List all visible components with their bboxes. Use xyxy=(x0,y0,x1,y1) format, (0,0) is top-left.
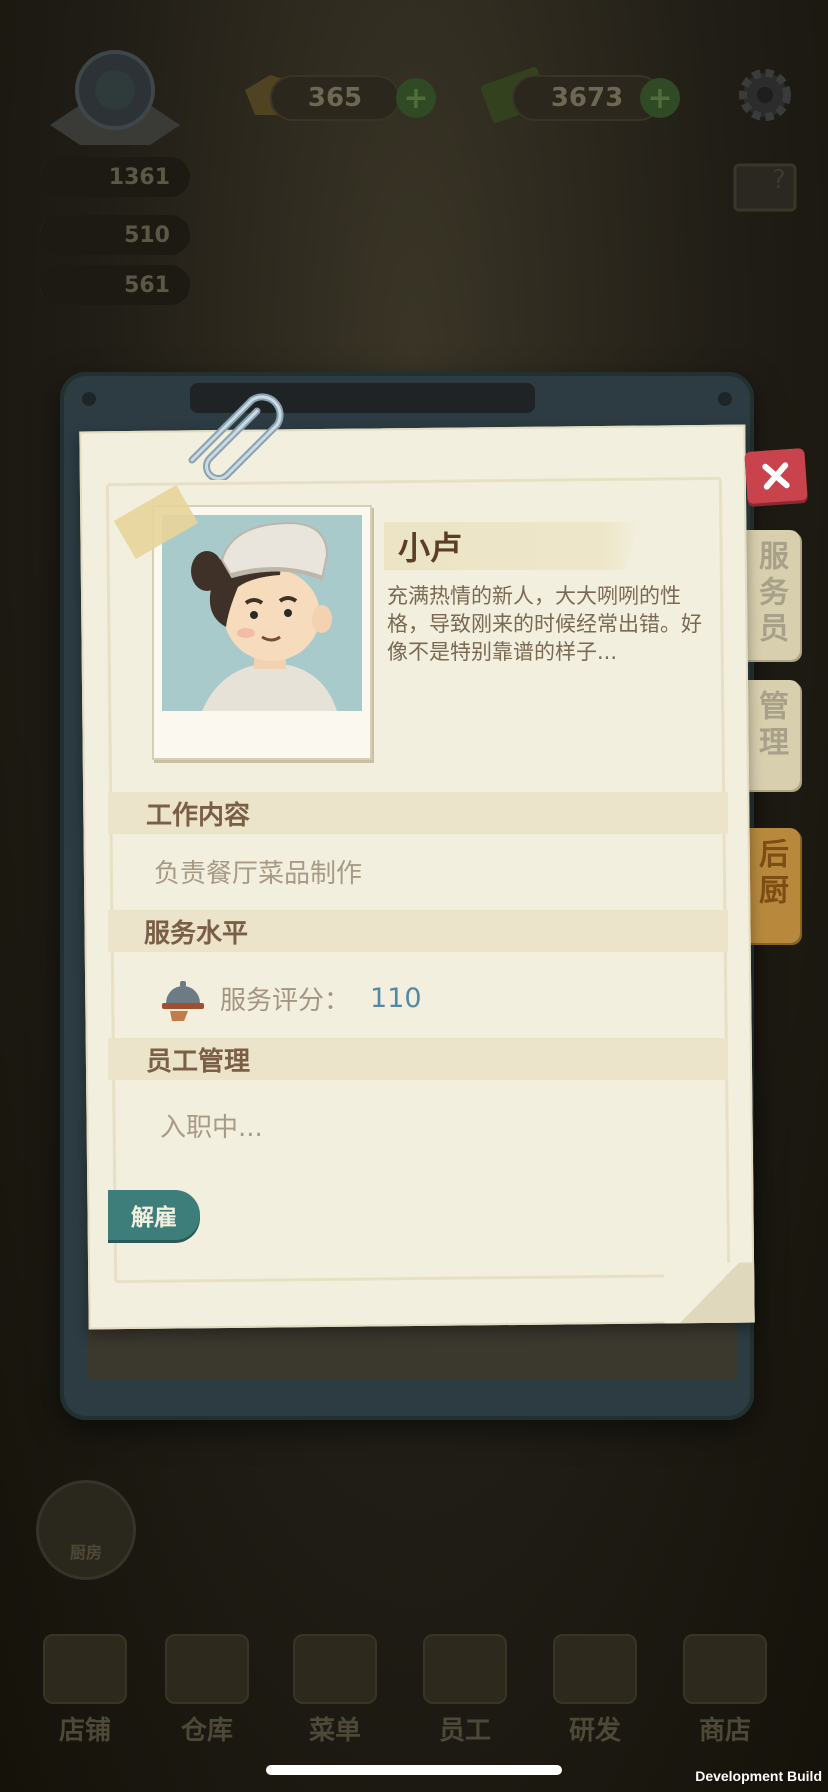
nav-research[interactable]: 研发 xyxy=(540,1627,650,1747)
development-build-label: Development Build xyxy=(695,1768,822,1784)
store-icon xyxy=(683,1634,767,1704)
close-icon xyxy=(762,462,790,490)
nav-menu[interactable]: 菜单 xyxy=(280,1627,390,1747)
stat-2-value: 510 xyxy=(40,215,190,255)
serving-cloche-icon xyxy=(162,981,204,1021)
close-button[interactable] xyxy=(744,447,808,505)
tab-waiter[interactable]: 服务员 xyxy=(740,530,800,660)
nav-store[interactable]: 商店 xyxy=(670,1627,780,1747)
staff-portrait-frame xyxy=(152,505,372,760)
section-manage-title: 员工管理 xyxy=(108,1038,728,1080)
name-ribbon: 小卢 xyxy=(384,522,640,570)
nav-research-label: 研发 xyxy=(568,1716,621,1746)
add-currency-1-button[interactable]: + xyxy=(396,78,436,118)
paper-fold xyxy=(664,1262,755,1324)
help-book-icon[interactable]: ? xyxy=(730,150,800,220)
menu-icon xyxy=(293,1634,377,1704)
staff-icon xyxy=(423,1634,507,1704)
staff-name: 小卢 xyxy=(398,529,463,567)
paperclip-icon xyxy=(188,393,284,480)
tab-kitchen-label: 后厨 xyxy=(753,838,788,910)
add-currency-2-button[interactable]: + xyxy=(640,78,680,118)
shop-icon xyxy=(43,1634,127,1704)
home-indicator[interactable] xyxy=(266,1765,562,1775)
section-work-title: 工作内容 xyxy=(108,792,728,834)
kitchen-round-button[interactable]: 厨房 xyxy=(36,1480,136,1580)
nav-menu-label: 菜单 xyxy=(308,1716,361,1746)
staff-description: 充满热情的新人，大大咧咧的性格，导致刚来的时候经常出错。好像不是特别靠谱的样子.… xyxy=(387,584,702,664)
rating-label: 服务评分： xyxy=(220,985,351,1016)
stat-1-value: 1361 xyxy=(40,157,190,197)
nav-staff[interactable]: 员工 xyxy=(410,1627,520,1747)
nav-shop[interactable]: 店铺 xyxy=(30,1627,140,1747)
nav-warehouse[interactable]: 仓库 xyxy=(152,1627,262,1747)
employment-status: 入职中... xyxy=(160,1112,263,1143)
rating-value: 110 xyxy=(370,982,422,1014)
level-badge-icon xyxy=(50,50,180,145)
currency-1-value: 365 xyxy=(270,75,400,121)
stat-3-value: 561 xyxy=(40,265,190,305)
fire-staff-button[interactable]: 解雇 xyxy=(108,1190,200,1240)
rivet xyxy=(718,392,732,406)
settings-gear-icon[interactable] xyxy=(735,65,795,125)
work-content-value: 负责餐厅菜品制作 xyxy=(108,840,728,902)
nav-store-label: 商店 xyxy=(698,1716,751,1746)
nav-warehouse-label: 仓库 xyxy=(180,1716,233,1746)
employment-status-row: 入职中... xyxy=(108,1095,728,1155)
staff-portrait xyxy=(162,515,362,711)
tab-management-label: 管理 xyxy=(753,690,788,762)
work-content-text: 负责餐厅菜品制作 xyxy=(154,858,363,889)
svg-text:?: ? xyxy=(772,165,786,195)
warehouse-icon xyxy=(165,1634,249,1704)
nav-staff-label: 员工 xyxy=(438,1716,491,1746)
tab-management[interactable]: 管理 xyxy=(740,680,800,790)
section-service-title: 服务水平 xyxy=(108,910,728,952)
research-icon xyxy=(553,1634,637,1704)
chef-avatar-icon xyxy=(191,521,337,711)
service-rating-row: 服务评分： 110 xyxy=(108,960,728,1036)
kitchen-round-button-label: 厨房 xyxy=(69,1543,102,1562)
nav-shop-label: 店铺 xyxy=(58,1716,111,1746)
rivet xyxy=(82,392,96,406)
tab-waiter-label: 服务员 xyxy=(753,540,788,648)
